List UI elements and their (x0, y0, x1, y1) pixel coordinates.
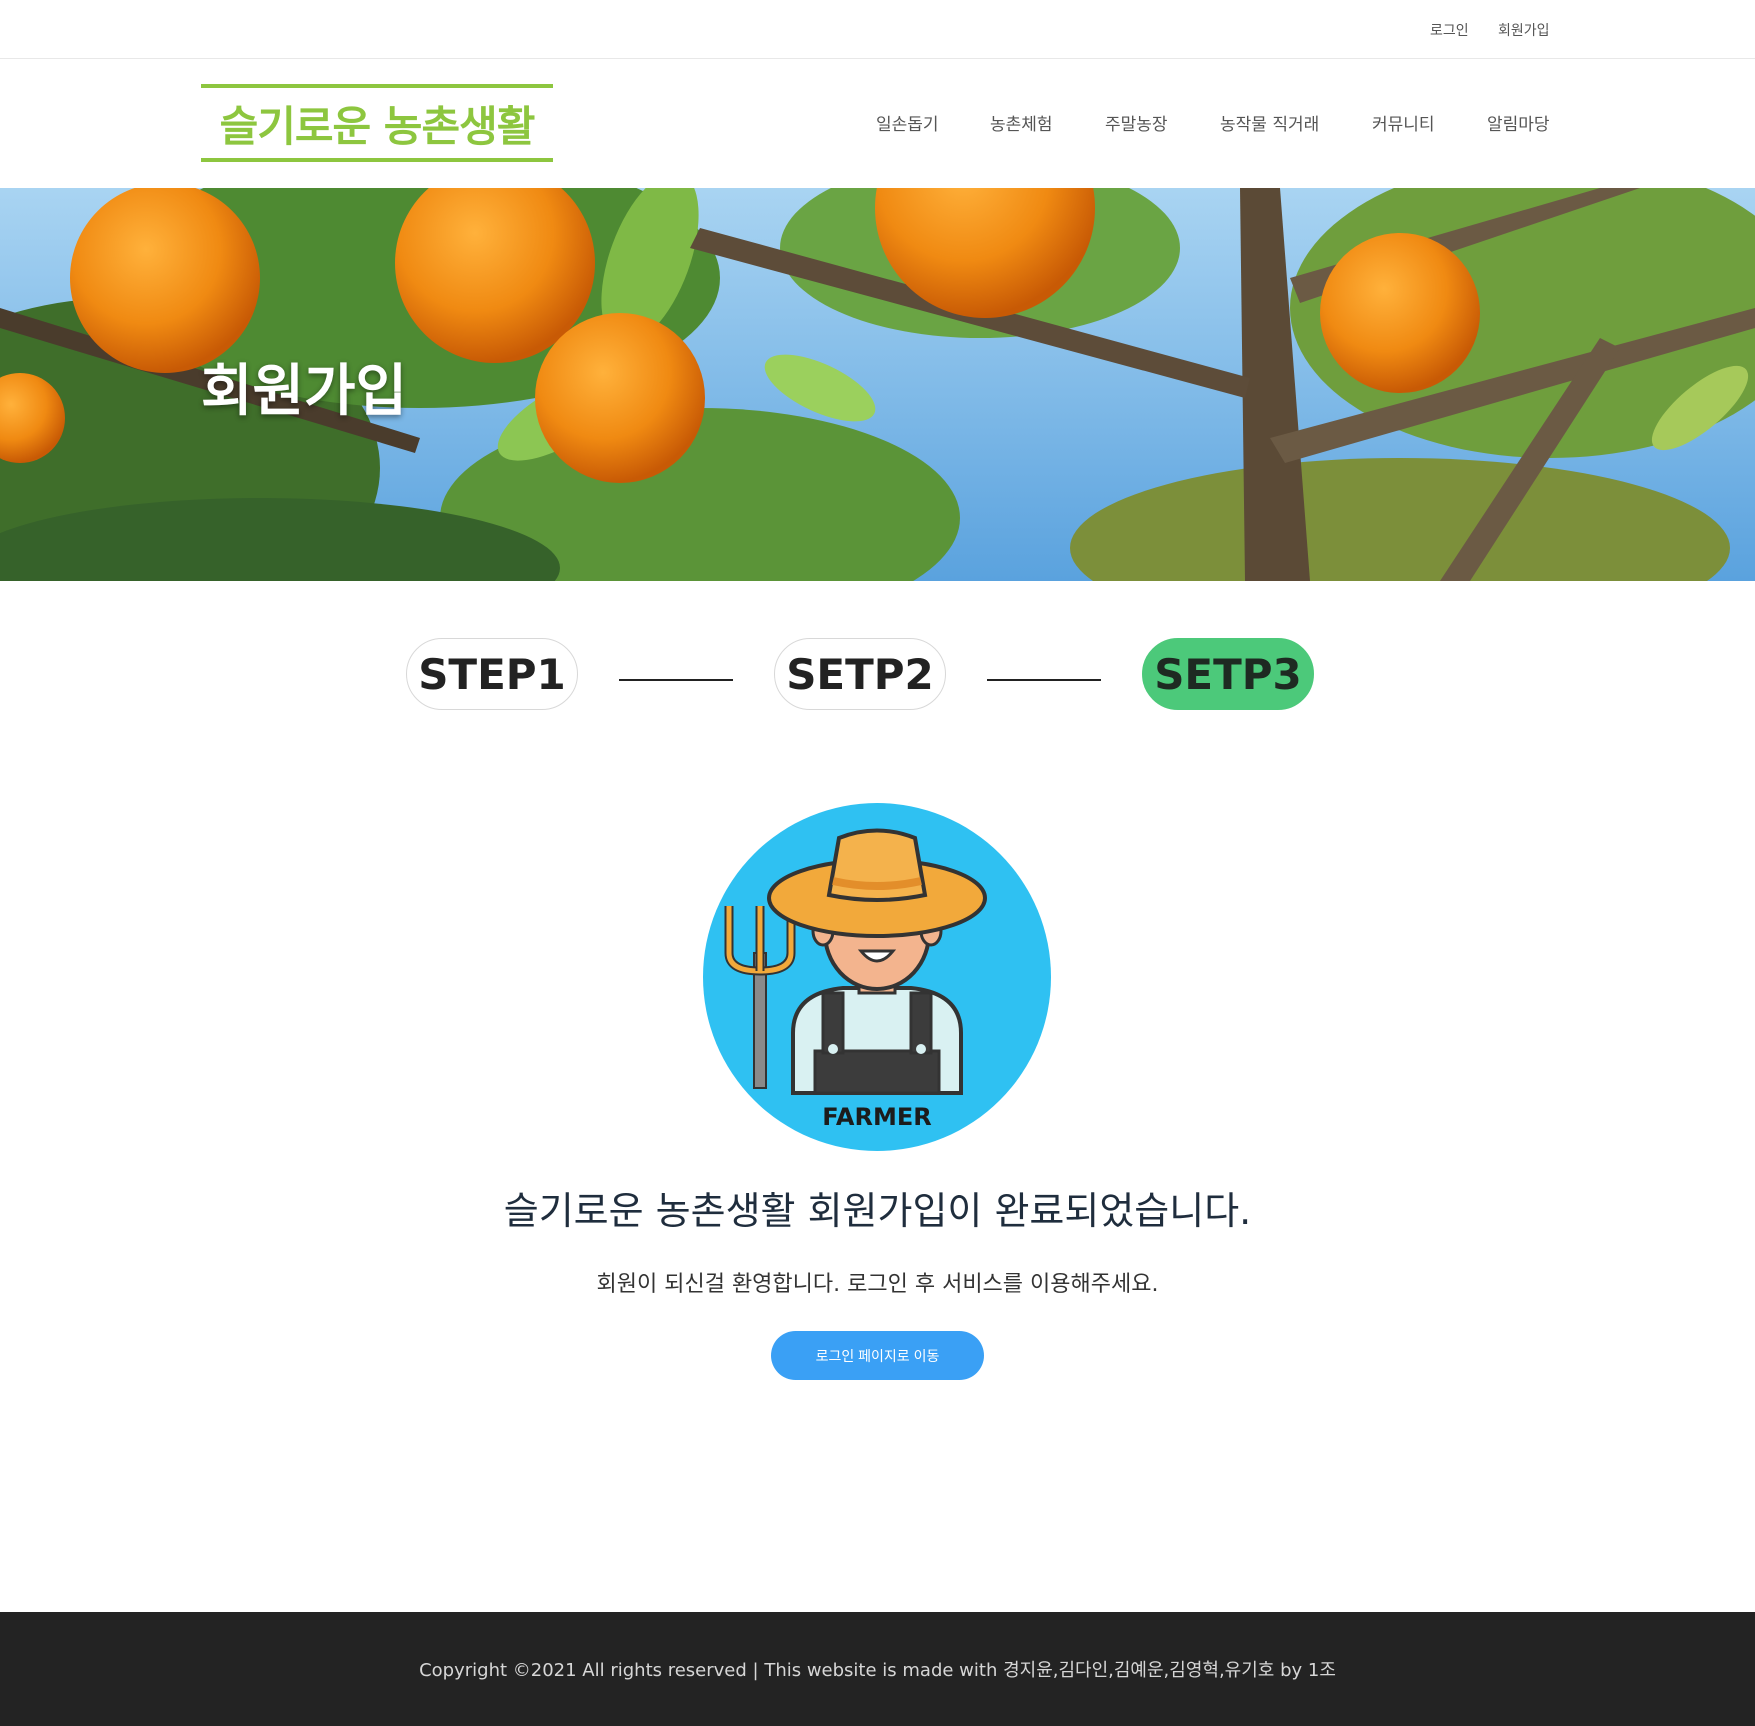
farmer-icon: FARMER (703, 803, 1051, 1151)
hero-banner: 회원가입 (0, 188, 1755, 581)
nav-item-volunteer[interactable]: 일손돕기 (876, 110, 939, 135)
step-connector (619, 679, 733, 681)
step-connector (987, 679, 1101, 681)
signup-link[interactable]: 회원가입 (1498, 20, 1550, 40)
footer-copyright: Copyright ©2021 All rights reserved | Th… (419, 1660, 1336, 1681)
step-1-badge: STEP1 (406, 638, 578, 710)
completion-subtitle: 회원이 되신걸 환영합니다. 로그인 후 서비스를 이용해주세요. (596, 1272, 1159, 1297)
nav-item-community[interactable]: 커뮤니티 (1372, 110, 1435, 135)
step-3-badge: SETP3 (1142, 638, 1314, 710)
nav-item-notices[interactable]: 알림마당 (1487, 110, 1550, 135)
main-nav: 일손돕기 농촌체험 주말농장 농작물 직거래 커뮤니티 알림마당 (0, 110, 1755, 135)
site-footer: Copyright ©2021 All rights reserved | Th… (0, 1612, 1755, 1726)
nav-item-weekend-farm[interactable]: 주말농장 (1105, 110, 1168, 135)
site-header: 슬기로운 농촌생활 일손돕기 농촌체험 주말농장 농작물 직거래 커뮤니티 알림… (0, 60, 1755, 188)
nav-item-direct-trade[interactable]: 농작물 직거래 (1220, 110, 1319, 135)
login-link[interactable]: 로그인 (1430, 20, 1469, 40)
nav-item-rural-experience[interactable]: 농촌체험 (990, 110, 1053, 135)
farmer-caption: FARMER (822, 1103, 932, 1131)
signup-steps: STEP1 SETP2 SETP3 (0, 638, 1755, 712)
go-to-login-button[interactable]: 로그인 페이지로 이동 (771, 1331, 984, 1380)
page-title: 회원가입 (201, 359, 408, 424)
step-2-badge: SETP2 (774, 638, 946, 710)
top-utility-bar: 로그인 회원가입 (0, 0, 1755, 59)
completion-title: 슬기로운 농촌생활 회원가입이 완료되었습니다. (503, 1189, 1252, 1233)
